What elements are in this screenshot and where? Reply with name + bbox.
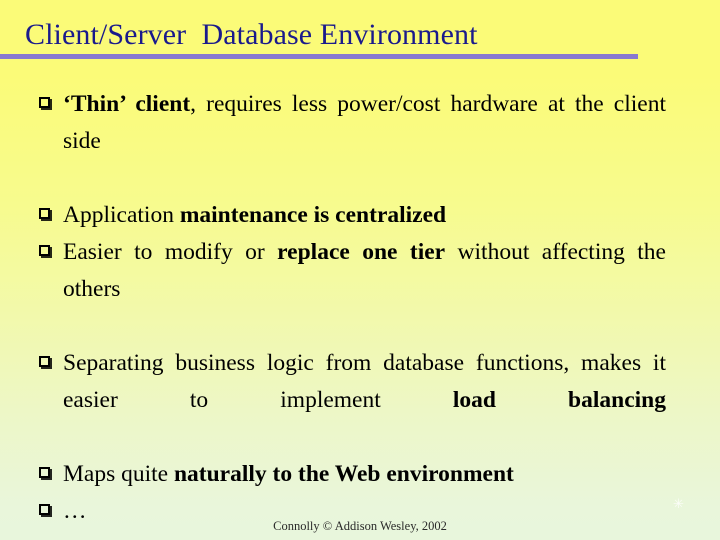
bullet-segment: Maps quite [63, 461, 174, 487]
bullet-item-thin-client: ‘Thin’ client, requires less power/cost … [36, 86, 666, 197]
bullet-square-icon [39, 504, 50, 515]
bullet-text: Application maintenance is centralized [63, 197, 666, 234]
bullet-segment: naturally to the Web environment [173, 461, 514, 487]
sparkle-icon: ✳ [673, 496, 684, 511]
bullet-segment: maintenance is centralized [179, 202, 447, 228]
bullet-item-easier-to-modify: Easier to modify or replace one tier wit… [36, 234, 666, 345]
bullet-text: Maps quite naturally to the Web environm… [63, 456, 666, 493]
title-block: Client/Server Database Environment [0, 18, 720, 59]
bullet-item-maps-to-web: Maps quite naturally to the Web environm… [36, 456, 666, 493]
title-divider [0, 54, 638, 59]
bullet-square-icon [39, 208, 50, 219]
bullet-square-icon [39, 467, 50, 478]
bullet-text: ‘Thin’ client, requires less power/cost … [63, 86, 666, 197]
bullet-item-application-maintenance: Application maintenance is centralized [36, 197, 666, 234]
bullet-segment: replace one tier [277, 239, 446, 265]
bullet-list: ‘Thin’ client, requires less power/cost … [36, 86, 666, 530]
bullet-text: Separating business logic from database … [63, 345, 666, 456]
bullet-square-icon [39, 97, 50, 108]
bullet-segment: load balancing [452, 387, 666, 413]
bullet-item-separating-business-logic: Separating business logic from database … [36, 345, 666, 456]
page-title: Client/Server Database Environment [25, 18, 478, 51]
bullet-segment: Application [63, 202, 180, 228]
bullet-square-icon [39, 245, 50, 256]
footer-credit: Connolly © Addison Wesley, 2002 [273, 519, 447, 533]
bullet-square-icon [39, 356, 50, 367]
bullet-segment: Easier to modify or [63, 239, 278, 265]
bullet-segment: ‘Thin’ client [63, 91, 191, 117]
slide: Client/Server Database Environment ‘Thin… [0, 0, 720, 540]
bullet-text: Easier to modify or replace one tier wit… [63, 234, 666, 345]
